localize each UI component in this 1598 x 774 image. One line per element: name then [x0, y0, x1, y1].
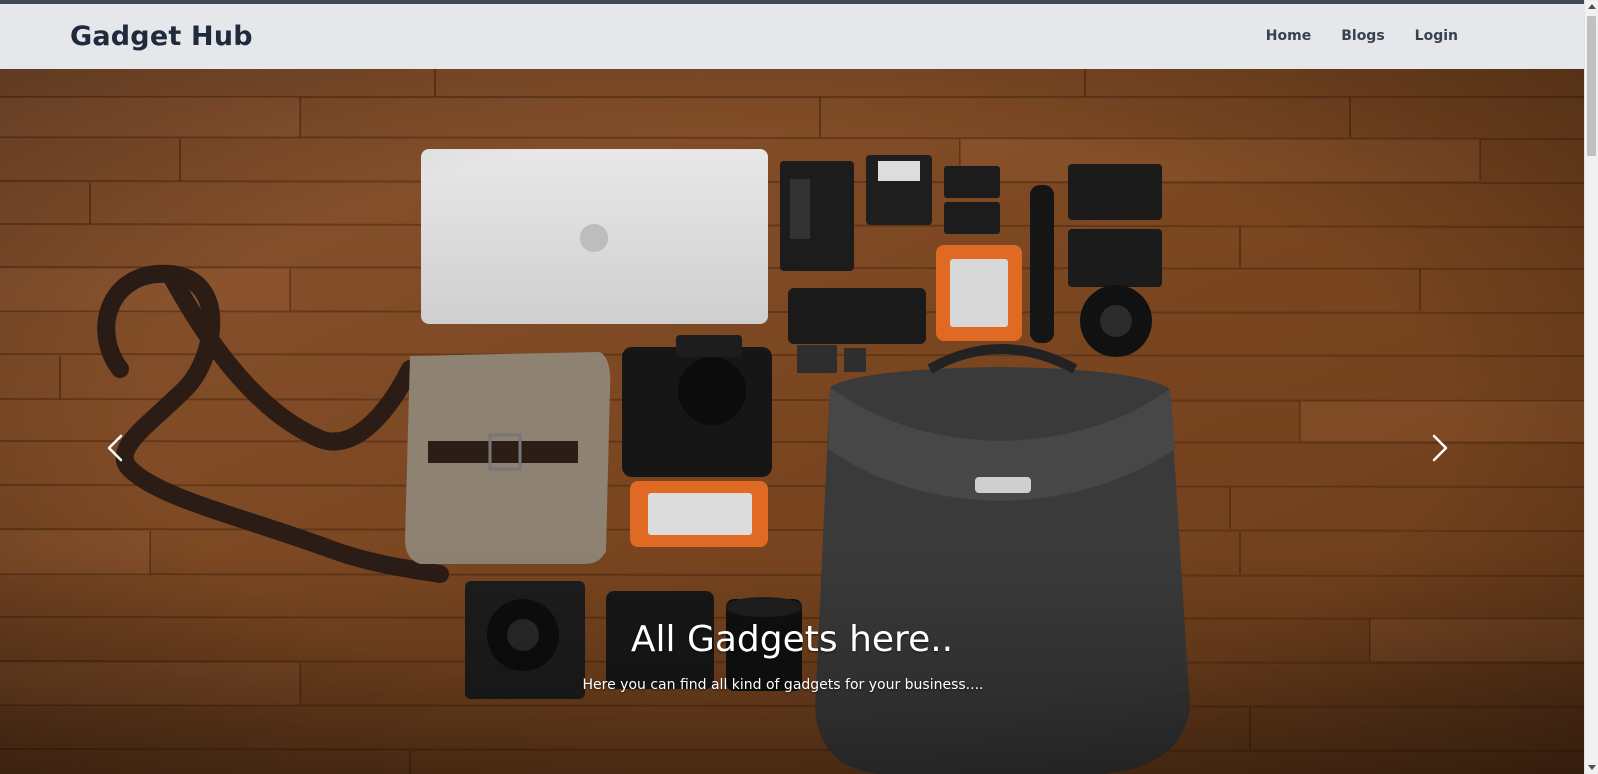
- brand-logo[interactable]: Gadget Hub: [70, 20, 253, 54]
- scrollbar-thumb[interactable]: [1587, 16, 1596, 156]
- hero-background-image: [0, 69, 1584, 774]
- navbar: Gadget Hub Home Blogs Login: [0, 4, 1584, 69]
- vertical-scrollbar[interactable]: [1584, 0, 1598, 774]
- nav-home-link[interactable]: Home: [1266, 26, 1311, 46]
- nav-blogs-link[interactable]: Blogs: [1341, 26, 1384, 46]
- hero-subtitle: Here you can find all kind of gadgets fo…: [582, 677, 984, 693]
- chevron-left-icon: [107, 434, 123, 462]
- nav-links: Home Blogs Login: [1266, 26, 1458, 46]
- carousel-next-button[interactable]: [1421, 431, 1455, 465]
- chevron-right-icon: [1432, 434, 1448, 462]
- carousel-prev-button[interactable]: [100, 431, 134, 465]
- nav-login-link[interactable]: Login: [1415, 26, 1458, 46]
- scroll-down-arrow-icon[interactable]: [1588, 765, 1596, 770]
- page: Gadget Hub Home Blogs Login All Gadgets …: [0, 0, 1598, 774]
- hero-title: All Gadgets here..: [630, 619, 954, 660]
- hero-carousel: All Gadgets here.. Here you can find all…: [0, 69, 1584, 774]
- scroll-up-arrow-icon[interactable]: [1588, 4, 1596, 9]
